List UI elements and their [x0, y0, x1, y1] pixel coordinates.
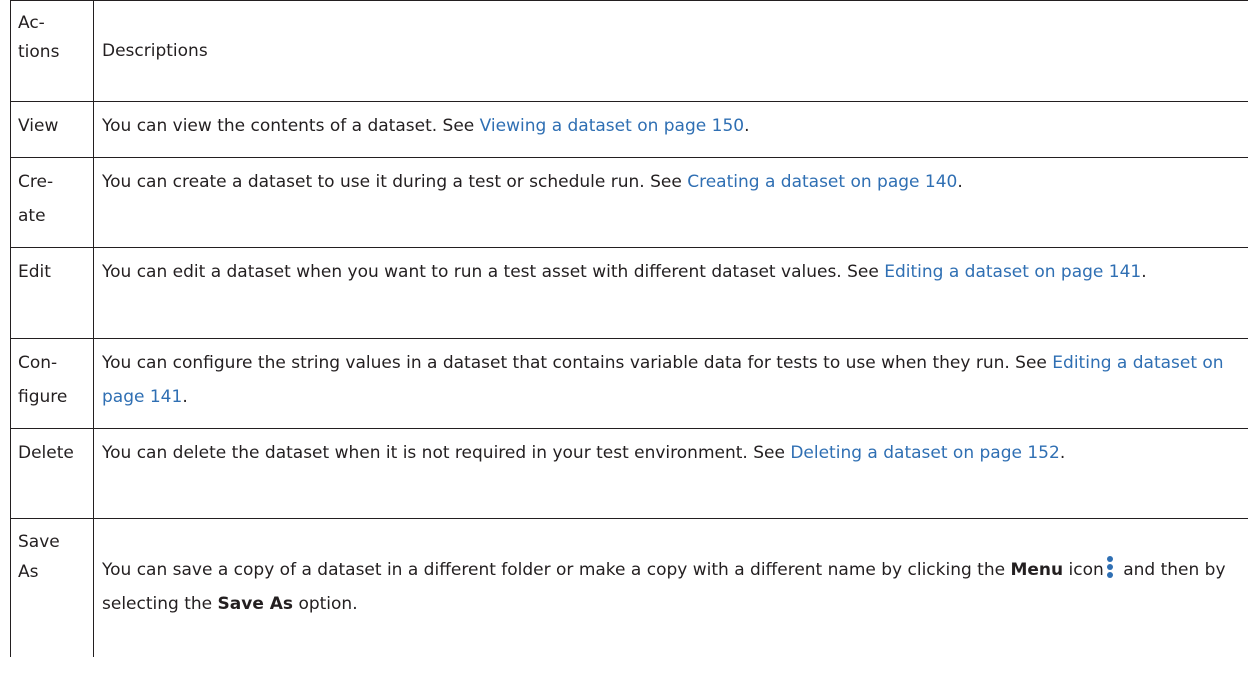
action-label: Save As — [18, 532, 60, 582]
menu-icon-dot — [1106, 564, 1113, 570]
action-cell: Cre- ate — [10, 157, 94, 248]
menu-icon-dot — [1106, 572, 1113, 578]
description-cell: You can view the contents of a dataset. … — [93, 101, 1248, 158]
menu-icon-dot — [1106, 556, 1113, 562]
table-header-row: Ac- tions Descriptions — [10, 0, 1248, 102]
action-label: View — [18, 116, 59, 136]
header-descriptions-label: Descriptions — [102, 41, 208, 61]
table-row: Save As You can save a copy of a dataset… — [10, 518, 1248, 657]
description-text-end: option. — [293, 594, 358, 614]
description-text-end: . — [182, 387, 188, 407]
action-label: Delete — [18, 443, 74, 463]
action-label: Cre- ate — [18, 172, 54, 226]
description-cell: You can create a dataset to use it durin… — [93, 157, 1248, 248]
description-text: You can edit a dataset when you want to … — [102, 262, 885, 282]
editing-dataset-link[interactable]: Editing a dataset on page 141 — [884, 262, 1141, 282]
description-cell: You can configure the string values in a… — [93, 338, 1248, 429]
description-text-icon-word: icon — [1063, 560, 1104, 580]
header-actions-label: Ac- tions — [18, 13, 60, 62]
action-label: Edit — [18, 262, 51, 282]
header-descriptions-cell: Descriptions — [93, 0, 1248, 102]
table-row: View You can view the contents of a data… — [10, 101, 1248, 158]
description-text-end: . — [957, 172, 963, 192]
menu-term: Menu — [1010, 560, 1064, 580]
description-text: You can save a copy of a dataset in a di… — [102, 560, 1011, 580]
action-cell: Save As — [10, 518, 94, 657]
deleting-dataset-link[interactable]: Deleting a dataset on page 152 — [790, 443, 1059, 463]
table-row: Cre- ate You can create a dataset to use… — [10, 157, 1248, 248]
vertical-ellipsis-icon — [1106, 556, 1114, 578]
save-as-term: Save As — [217, 594, 294, 614]
description-text: You can create a dataset to use it durin… — [102, 172, 688, 192]
action-cell: View — [10, 101, 94, 158]
description-text: You can delete the dataset when it is no… — [102, 443, 791, 463]
description-text-end: . — [1141, 262, 1147, 282]
description-text: You can view the contents of a dataset. … — [102, 116, 480, 136]
document-page: Ac- tions Descriptions View You can view… — [10, 0, 1248, 689]
action-label: Con- figure — [18, 353, 68, 407]
action-cell: Edit — [10, 247, 94, 339]
action-cell: Con- figure — [10, 338, 94, 429]
table-row: Delete You can delete the dataset when i… — [10, 428, 1248, 519]
description-text: You can configure the string values in a… — [102, 353, 1053, 373]
actions-table: Ac- tions Descriptions View You can view… — [10, 0, 1248, 657]
header-actions-cell: Ac- tions — [10, 0, 94, 102]
table-row: Con- figure You can configure the string… — [10, 338, 1248, 429]
description-cell: You can delete the dataset when it is no… — [93, 428, 1248, 519]
description-text-end: . — [744, 116, 750, 136]
creating-dataset-link[interactable]: Creating a dataset on page 140 — [687, 172, 957, 192]
description-text-end: . — [1059, 443, 1066, 463]
description-cell: You can edit a dataset when you want to … — [93, 247, 1248, 339]
table-row: Edit You can edit a dataset when you wan… — [10, 247, 1248, 339]
action-cell: Delete — [10, 428, 94, 519]
description-cell: You can save a copy of a dataset in a di… — [93, 518, 1248, 657]
viewing-dataset-link[interactable]: Viewing a dataset on page 150 — [480, 116, 744, 136]
